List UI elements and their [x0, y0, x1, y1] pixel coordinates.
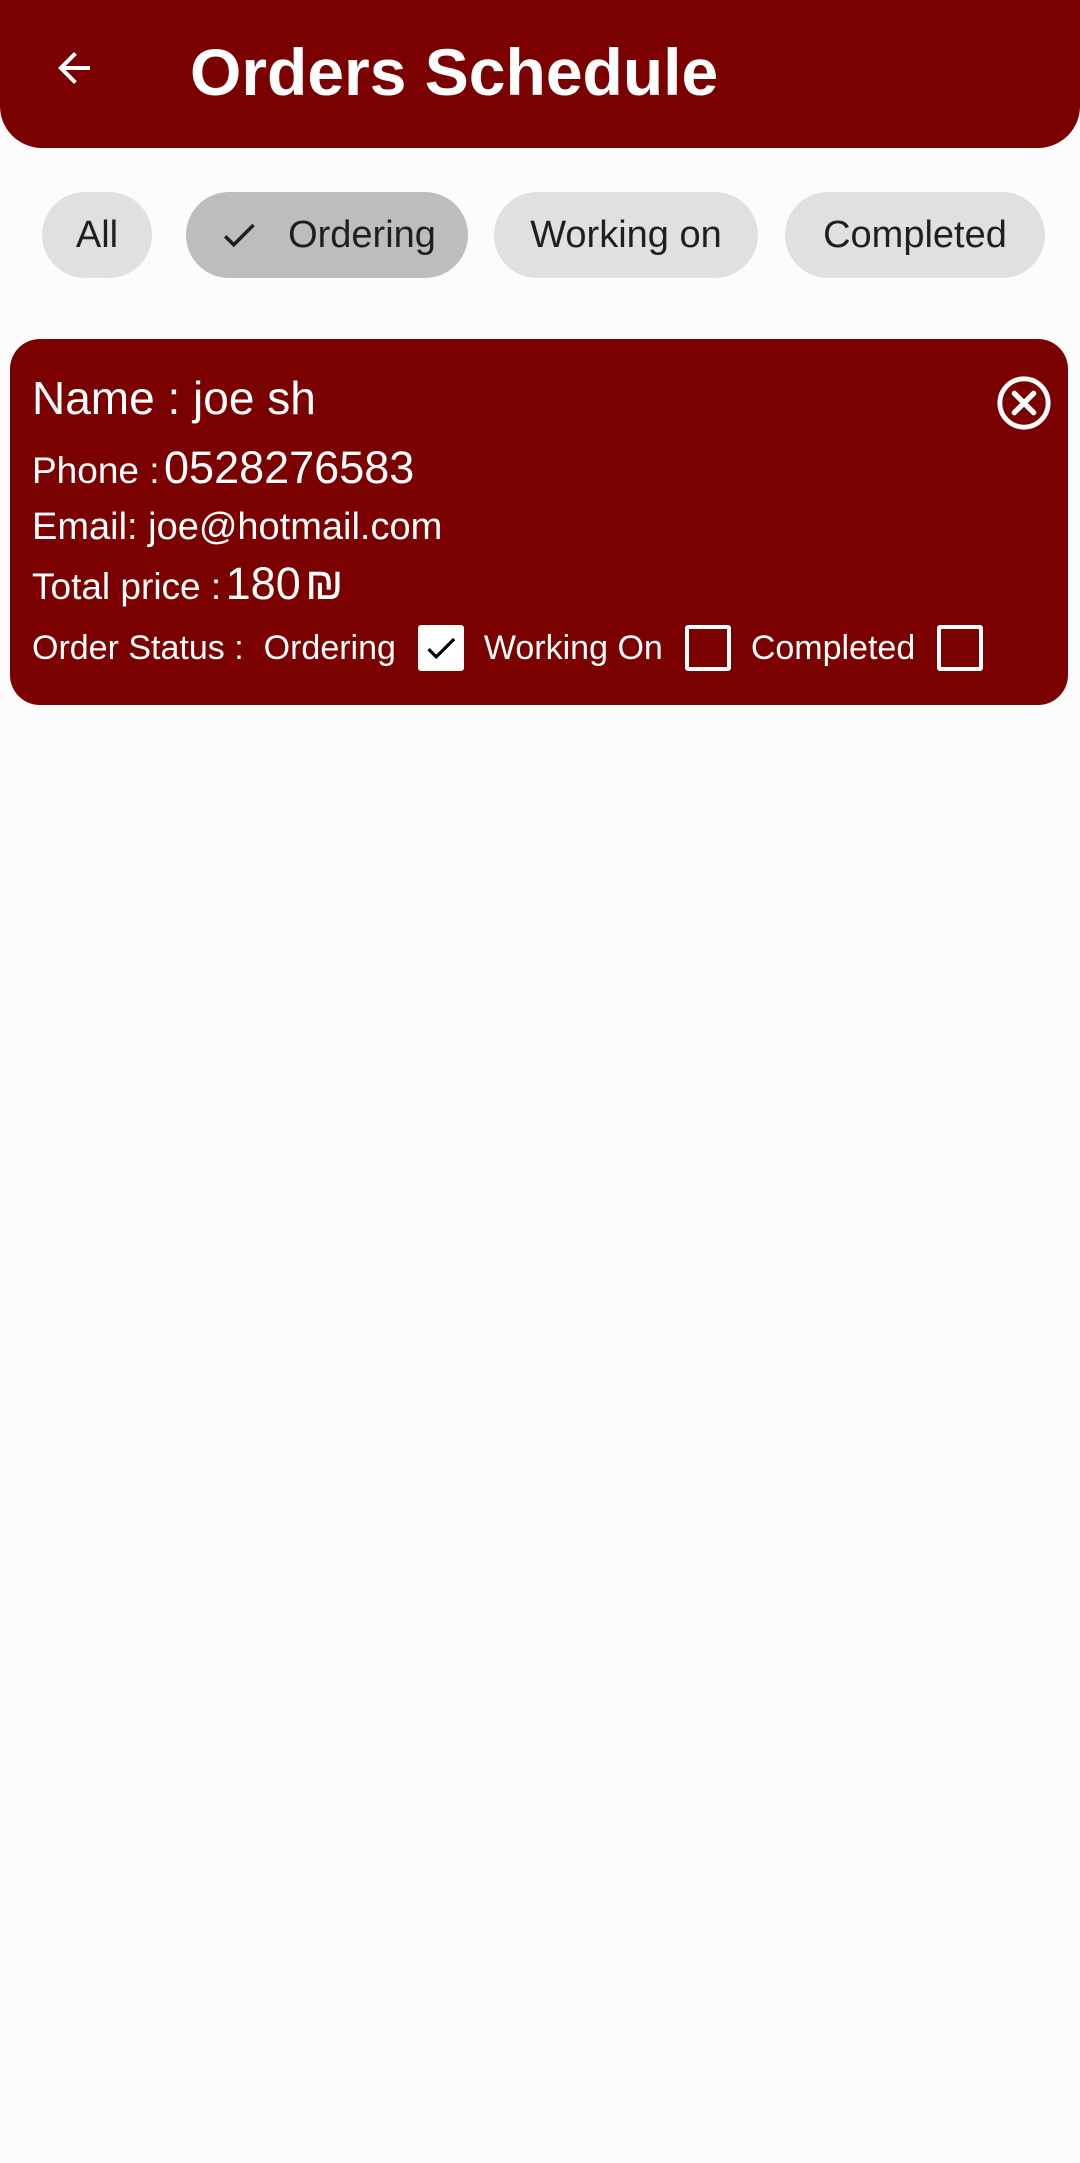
- price-label: Total price :: [32, 566, 222, 607]
- order-card[interactable]: Name : joe sh Phone : 0528276583 Email: …: [10, 339, 1068, 705]
- filter-chip-completed[interactable]: Completed: [785, 192, 1045, 278]
- check-icon: [427, 637, 456, 660]
- filter-chip-label: Ordering: [288, 213, 436, 256]
- delete-order-button[interactable]: [988, 367, 1060, 439]
- status-ordering-checkbox[interactable]: [417, 625, 464, 671]
- customer-name: joe sh: [193, 372, 316, 424]
- name-label: Name :: [32, 372, 181, 424]
- order-phone-line: Phone : 0528276583: [32, 443, 414, 504]
- status-completed-checkbox[interactable]: [937, 625, 984, 671]
- order-status-label: Order Status :: [32, 628, 244, 667]
- cancel-circle-icon: [995, 374, 1053, 432]
- arrow-back-icon: [50, 44, 98, 92]
- customer-phone: 0528276583: [164, 442, 415, 493]
- currency-symbol: ₪: [305, 558, 344, 609]
- page-title: Orders Schedule: [190, 35, 719, 109]
- order-email-line: Email: joe@hotmail.com: [32, 502, 442, 552]
- check-icon: [218, 214, 260, 256]
- status-working-on-label: Working On: [483, 628, 663, 667]
- order-price-line: Total price : 180 ₪: [32, 557, 343, 622]
- order-status-row: Order Status : Ordering Working On Compl…: [32, 619, 984, 677]
- email-label: Email:: [32, 506, 138, 548]
- app-bar: Orders Schedule: [0, 0, 1080, 148]
- filter-chip-all[interactable]: All: [42, 192, 152, 278]
- status-working-on-checkbox[interactable]: [684, 625, 731, 671]
- back-button[interactable]: [38, 32, 110, 104]
- filter-chip-label: Completed: [823, 213, 1007, 256]
- customer-email: joe@hotmail.com: [148, 506, 443, 548]
- status-ordering-label: Ordering: [263, 628, 396, 667]
- total-price: 180: [225, 558, 301, 609]
- order-name-line: Name : joe sh: [32, 369, 316, 427]
- filter-chip-label: Working on: [530, 213, 722, 256]
- status-completed-label: Completed: [750, 628, 916, 667]
- filter-chip-working-on[interactable]: Working on: [494, 192, 758, 278]
- filter-chip-label: All: [75, 213, 119, 256]
- phone-label: Phone :: [32, 450, 160, 491]
- filter-chip-ordering[interactable]: Ordering: [186, 192, 468, 278]
